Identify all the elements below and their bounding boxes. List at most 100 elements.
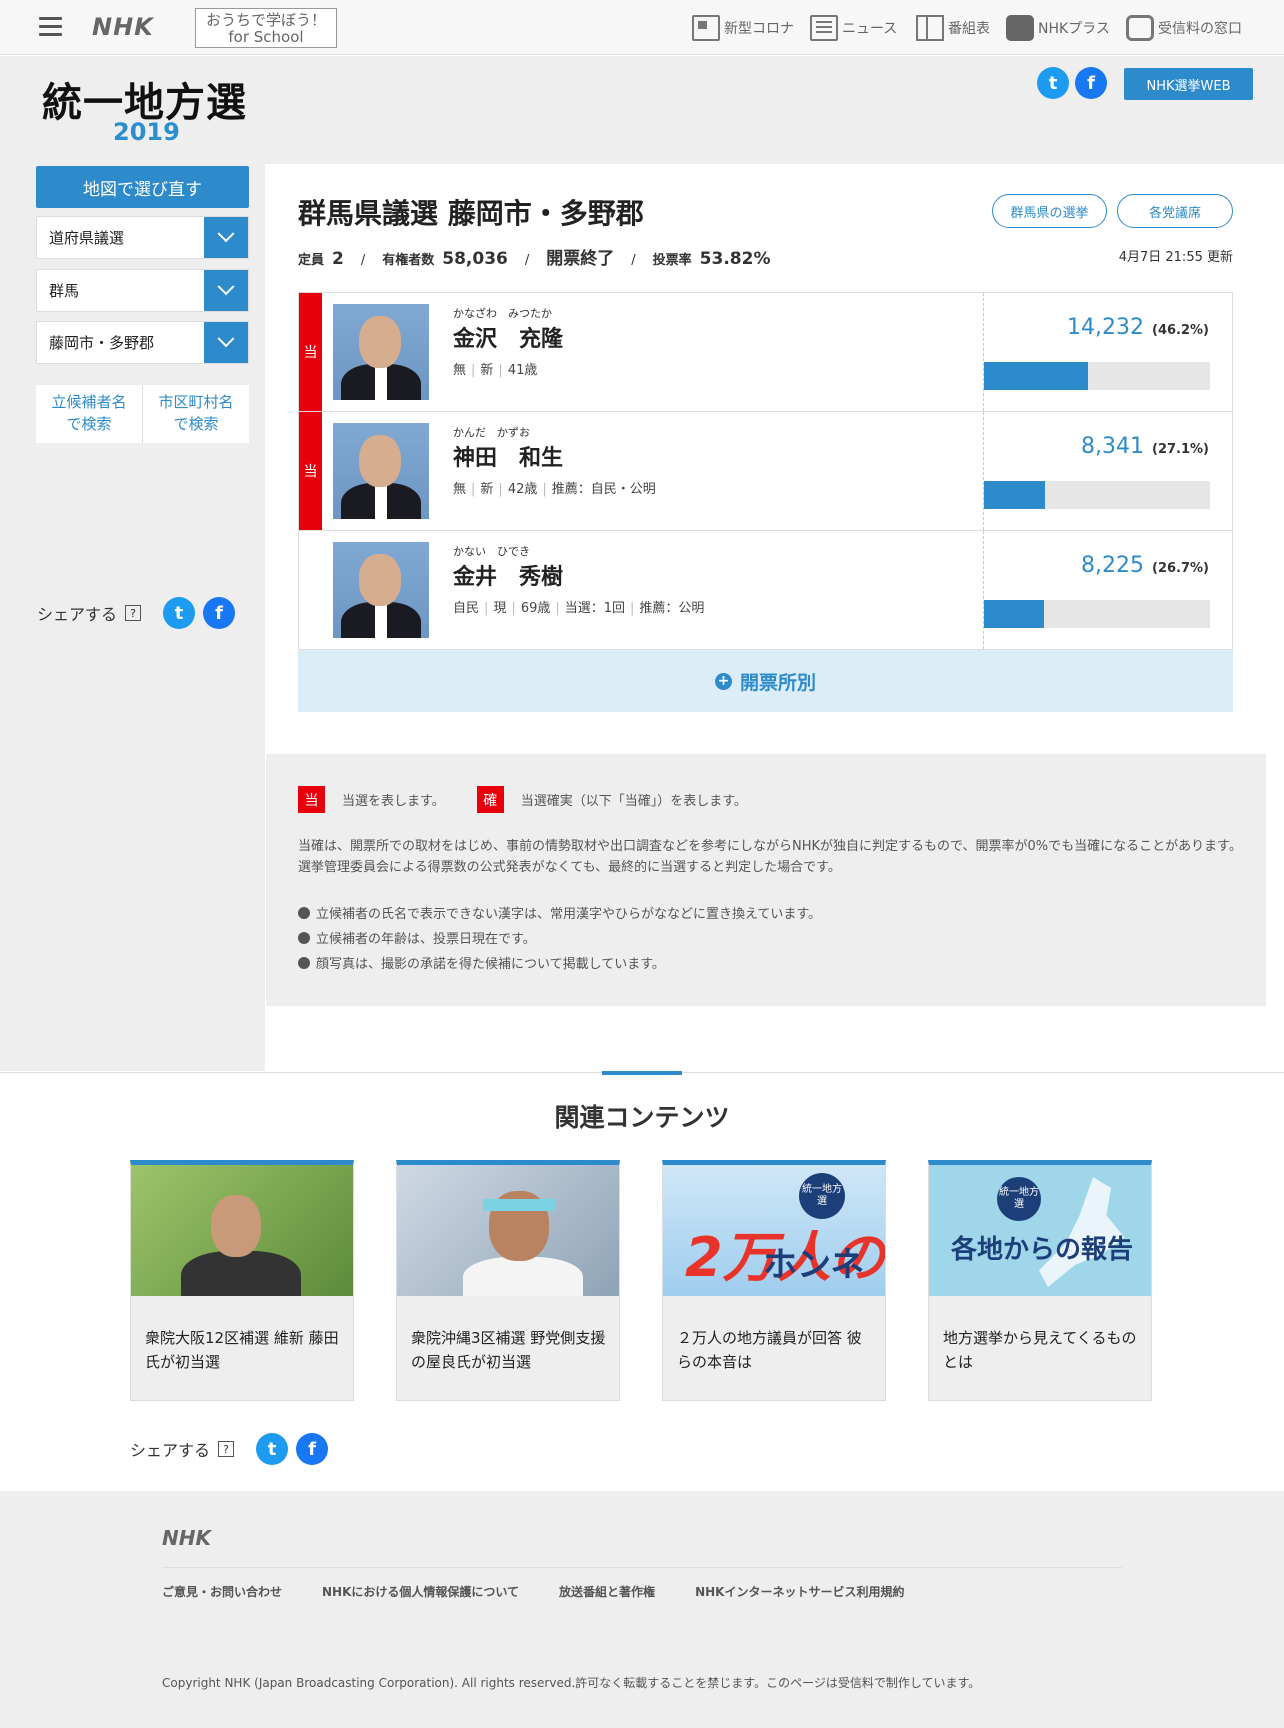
- related-card[interactable]: 衆院大阪12区補選 維新 藤田氏が初当選: [130, 1160, 354, 1401]
- win-mark: 当: [298, 786, 325, 813]
- polling-station-expand-button[interactable]: + 開票所別: [298, 650, 1233, 712]
- twitter-icon[interactable]: t: [1037, 67, 1069, 99]
- nav-news[interactable]: ニュース: [810, 0, 897, 55]
- candidate-name: 神田 和生: [453, 446, 564, 471]
- race-title: 群馬県議選 藤岡市・多野郡: [298, 197, 644, 230]
- nav-program-guide[interactable]: 番組表: [916, 0, 990, 55]
- nhk-logo[interactable]: NHK: [92, 13, 154, 41]
- candidate-meta-item: 推薦：公明: [639, 601, 705, 616]
- nav-program-label: 番組表: [948, 20, 990, 37]
- reselect-map-button[interactable]: 地図で選び直す: [36, 166, 249, 208]
- district-select[interactable]: 藤岡市・多野郡: [36, 321, 249, 364]
- sure-mark-text: 当選確実（以下「当確」）を表します。: [520, 794, 747, 809]
- footer-link-copyright[interactable]: 放送番組と著作権: [559, 1583, 655, 1600]
- facebook-icon[interactable]: f: [296, 1433, 329, 1465]
- election-type-select[interactable]: 道府県議選: [36, 216, 249, 259]
- prefecture-elections-link[interactable]: 群馬県の選挙: [992, 194, 1107, 228]
- chevron-down-icon[interactable]: [204, 270, 248, 311]
- win-mark-text: 当選を表します。: [342, 794, 445, 809]
- search-candidate-line1: 立候補者名: [51, 393, 127, 411]
- related-accent: [602, 1071, 682, 1075]
- for-school-button[interactable]: おうちで学ぼう！ for School: [195, 8, 337, 48]
- search-by-city-link[interactable]: 市区町村名 で検索: [142, 385, 249, 443]
- twitter-icon[interactable]: t: [256, 1433, 289, 1465]
- candidate-name: 金井 秀樹: [453, 565, 564, 590]
- nav-covid[interactable]: 新型コロナ: [692, 0, 794, 55]
- footer-links: ご意見・お問い合わせ NHKにおける個人情報保護について 放送番組と著作権 NH…: [162, 1583, 904, 1600]
- candidate-photo: [333, 304, 429, 400]
- search-by-candidate-link[interactable]: 立候補者名 で検索: [36, 385, 142, 443]
- vote-count: 8,225: [1081, 553, 1145, 578]
- race-stats: 定員 2 / 有権者数 58,036 / 開票終了 / 投票率 53.82%: [298, 244, 770, 269]
- related-card[interactable]: 衆院沖縄3区補選 野党側支援の屋良氏が初当選: [396, 1160, 620, 1401]
- plus-circle-icon: +: [714, 672, 732, 690]
- election-type-value: 道府県議選: [49, 229, 125, 247]
- count-status: 開票終了: [546, 249, 615, 269]
- related-share: シェアする ? t f: [130, 1433, 329, 1465]
- seats-value: 2: [332, 249, 344, 269]
- footer-link-contact[interactable]: ご意見・お問い合わせ: [162, 1583, 282, 1600]
- candidate-list: 当 かなざわ みつたか 金沢 充隆 無 | 新 | 41歳 14,232 (46.2%) …: [298, 292, 1233, 650]
- candidate-meta-item: 69歳: [520, 601, 551, 616]
- candidate-meta-item: 新: [480, 363, 494, 378]
- footer-link-privacy[interactable]: NHKにおける個人情報保護について: [322, 1583, 519, 1600]
- vote-bar-fill: [984, 481, 1046, 509]
- nav-reception-label: 受信料の窓口: [1158, 20, 1242, 37]
- facebook-icon[interactable]: f: [203, 597, 236, 629]
- sidebar-share: シェアする ? t f: [37, 597, 236, 629]
- related-card[interactable]: 2万人の ホンネ 統一地方選 ２万人の地方議員が回答 彼らの本音は: [662, 1160, 886, 1401]
- note-item: 顔写真は、撮影の承諾を得た候補について掲載しています。: [298, 952, 821, 977]
- candidate-meta: 無 | 新 | 41歳: [453, 363, 538, 378]
- vote-bar: [984, 481, 1210, 509]
- nav-covid-label: 新型コロナ: [724, 20, 794, 37]
- nav-nhk-plus[interactable]: NHKプラス: [1006, 0, 1110, 55]
- candidate-meta-item: 現: [493, 601, 507, 616]
- vote-column: 8,341 (27.1%): [983, 412, 1233, 530]
- candidate-meta-item: 当選：1回: [564, 601, 626, 616]
- facebook-icon[interactable]: f: [1075, 67, 1107, 99]
- vote-percent: (26.7%): [1152, 561, 1209, 576]
- turnout-label: 投票率: [652, 253, 692, 268]
- chevron-down-icon[interactable]: [204, 217, 248, 258]
- top-share: t f: [1037, 67, 1107, 99]
- footer: NHK ご意見・お問い合わせ NHKにおける個人情報保護について 放送番組と著作…: [0, 1491, 1284, 1728]
- candidate-row: 当 かなざわ みつたか 金沢 充隆 無 | 新 | 41歳 14,232 (46.2%): [298, 293, 1233, 412]
- legend: 当 当選を表します。 確 当選確実（以下「当確」）を表します。: [298, 786, 747, 813]
- site-year: 2019: [113, 118, 180, 146]
- chevron-down-icon[interactable]: [204, 322, 248, 363]
- seats-label: 定員: [298, 253, 325, 268]
- prefecture-value: 群馬: [49, 282, 80, 300]
- related-card[interactable]: 統一地方選 各地からの報告 地方選挙から見えてくるものとは: [928, 1160, 1152, 1401]
- nhk-election-web-button[interactable]: NHK選挙WEB: [1124, 68, 1253, 100]
- footer-link-terms[interactable]: NHKインターネットサービス利用規約: [695, 1583, 904, 1600]
- vote-count: 14,232: [1067, 315, 1145, 340]
- election-badge: 統一地方選: [997, 1177, 1041, 1221]
- vote-percent: (46.2%): [1152, 323, 1209, 338]
- nav-reception[interactable]: 受信料の窓口: [1126, 0, 1242, 55]
- menu-icon[interactable]: [39, 17, 62, 37]
- election-badge: 統一地方選: [799, 1173, 845, 1219]
- vote-column: 8,225 (26.7%): [983, 531, 1233, 649]
- nhk-plus-icon: [1006, 14, 1034, 41]
- candidate-meta-item: 41歳: [507, 363, 538, 378]
- twitter-icon[interactable]: t: [163, 597, 196, 629]
- district-value: 藤岡市・多野郡: [49, 334, 155, 352]
- vote-percent: (27.1%): [1152, 442, 1209, 457]
- candidate-meta: 自民 | 現 | 69歳 | 当選：1回 | 推薦：公明: [453, 601, 705, 616]
- candidate-meta-item: 無: [453, 363, 467, 378]
- nav-plus-label: NHKプラス: [1038, 20, 1110, 37]
- footer-nhk-logo[interactable]: NHK: [162, 1526, 211, 1550]
- candidate-meta-item: 42歳: [507, 482, 538, 497]
- candidate-photo: [333, 423, 429, 519]
- elected-mark: [299, 531, 322, 649]
- help-icon[interactable]: ?: [218, 1441, 235, 1457]
- candidate-row: 当 かんだ かずお 神田 和生 無 | 新 | 42歳 | 推薦：自民・公明 8,341 (2…: [298, 412, 1233, 531]
- related-caption: 地方選挙から見えてくるものとは: [943, 1329, 1137, 1371]
- related-caption: 衆院沖縄3区補選 野党側支援の屋良氏が初当選: [411, 1329, 606, 1371]
- vote-bar: [984, 600, 1210, 628]
- program-guide-icon: [916, 14, 944, 41]
- help-icon[interactable]: ?: [125, 605, 142, 621]
- party-seats-link[interactable]: 各党議席: [1117, 194, 1233, 228]
- prefecture-select[interactable]: 群馬: [36, 269, 249, 312]
- global-header: NHK おうちで学ぼう！ for School 新型コロナ ニュース 番組表 N…: [0, 0, 1284, 55]
